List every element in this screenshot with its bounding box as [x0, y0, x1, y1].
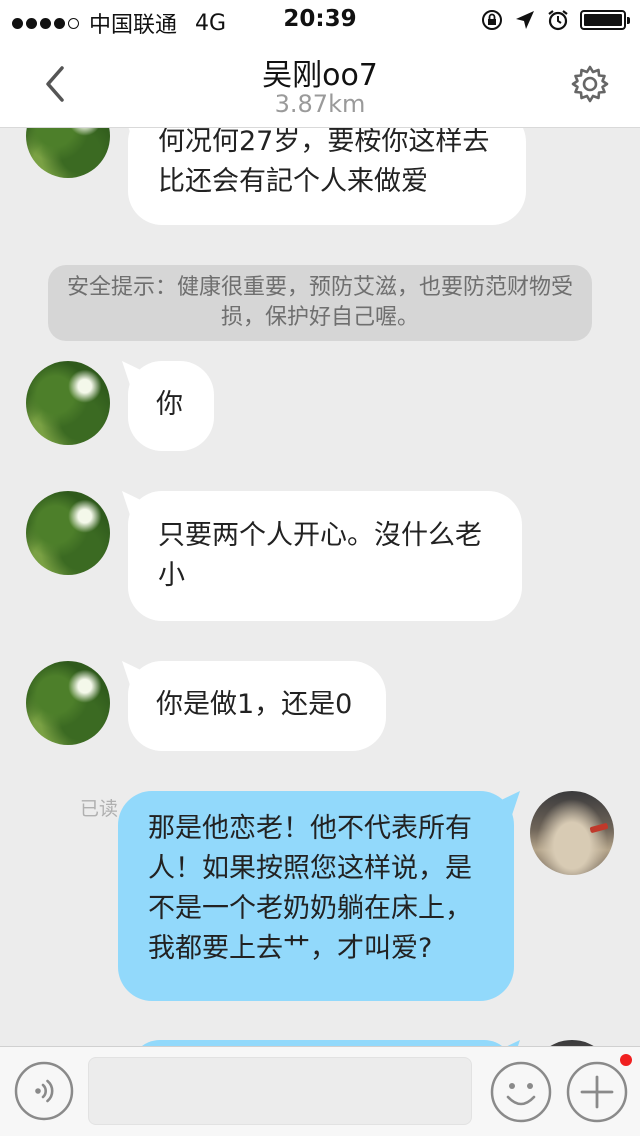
contact-avatar[interactable]: [26, 361, 110, 445]
orientation-lock-icon: [482, 10, 502, 30]
location-arrow-icon: [516, 11, 534, 29]
voice-button[interactable]: [14, 1061, 74, 1121]
status-right: [480, 8, 630, 32]
status-bar: 中国联通 4G 20:39: [0, 0, 640, 40]
message-text: 你是做1，还是0: [156, 689, 353, 720]
gear-icon: [571, 65, 609, 103]
alarm-icon: [548, 10, 568, 31]
battery-icon: [580, 10, 630, 30]
chat-area[interactable]: 何况何27岁，要桉你这样去比还会有記个人来做爱 安全提示：健康很重要，预防艾滋，…: [0, 128, 640, 1046]
nav-bar: 吴刚oo7 3.87km: [0, 40, 640, 128]
message-text: 何况何27岁，要桉你这样去比还会有記个人来做爱: [158, 128, 490, 197]
emoji-button[interactable]: [490, 1061, 552, 1123]
voice-icon: [14, 1061, 74, 1121]
message-bubble-received[interactable]: 何况何27岁，要桉你这样去比还会有記个人来做爱: [128, 128, 526, 225]
plus-icon: [566, 1061, 628, 1123]
message-bubble-received[interactable]: 你: [128, 361, 214, 451]
read-status: 已读: [80, 798, 119, 820]
message-bubble-received[interactable]: 你是做1，还是0: [128, 661, 386, 751]
smiley-icon: [490, 1061, 552, 1123]
message-text: 只要两个人开心。沒什么老小: [158, 520, 482, 591]
safety-notice: 安全提示：健康很重要，预防艾滋，也要防范财物受损，保护好自己喔。: [48, 265, 592, 341]
contact-avatar[interactable]: [26, 128, 110, 178]
contact-avatar[interactable]: [26, 661, 110, 745]
message-text: 你: [156, 389, 183, 420]
my-avatar[interactable]: [530, 791, 614, 875]
input-bar: [0, 1046, 640, 1136]
more-button[interactable]: [566, 1061, 628, 1123]
message-bubble-sent[interactable]: 那是他恋老！他不代表所有人！如果按照您这样说，是不是一个老奶奶躺在床上，我都要上…: [118, 791, 514, 1001]
settings-button[interactable]: [570, 64, 610, 104]
contact-distance: 3.87km: [274, 90, 366, 118]
notification-dot: [620, 1054, 632, 1066]
safety-notice-text: 安全提示：健康很重要，预防艾滋，也要防范财物受损，保护好自己喔。: [66, 275, 573, 330]
contact-avatar[interactable]: [26, 491, 110, 575]
contact-name: 吴刚oo7: [262, 58, 378, 93]
message-text: 那是他恋老！他不代表所有人！如果按照您这样说，是不是一个老奶奶躺在床上，我都要上…: [148, 813, 472, 964]
message-input[interactable]: [88, 1057, 472, 1125]
message-bubble-received[interactable]: 只要两个人开心。沒什么老小: [128, 491, 522, 621]
